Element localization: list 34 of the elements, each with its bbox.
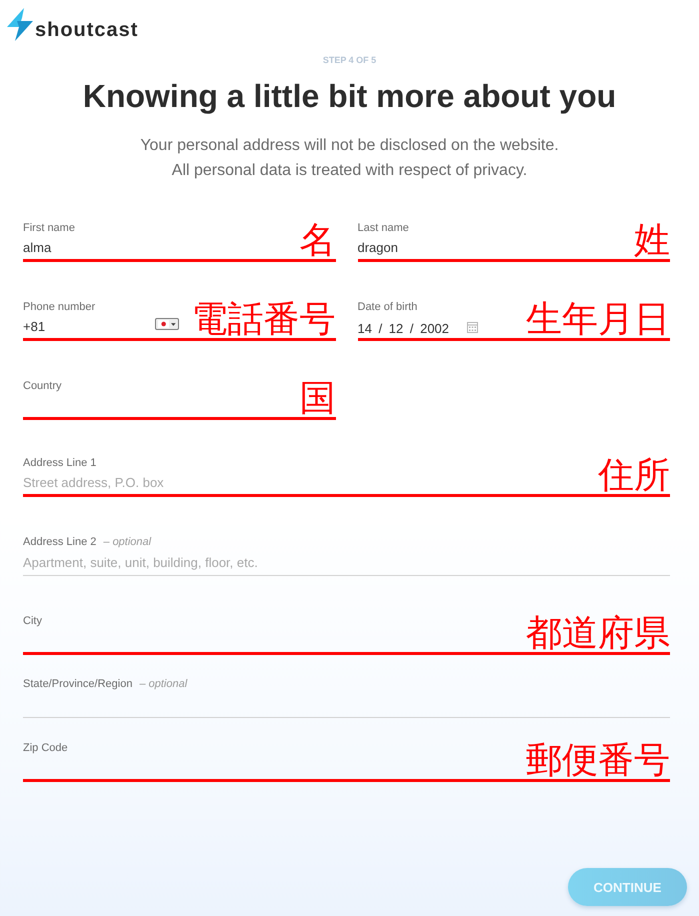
lightning-bolt-icon <box>7 8 33 41</box>
field-label: First name <box>23 221 75 235</box>
annotation-text: 郵便番号 <box>526 743 670 782</box>
annotation-text: 生年月日 <box>526 302 670 341</box>
field-label: Address Line 1 <box>23 456 96 470</box>
field-label: Last name <box>358 221 409 235</box>
annotation-text: 名 <box>300 223 336 262</box>
intro-text: All personal data is treated with respect of privacy. <box>172 161 528 181</box>
date-field[interactable]: 14 / 12 / 2002 <box>358 315 526 341</box>
field-label: Date of birth <box>358 300 418 314</box>
annotation-text: 都道府県 <box>526 616 670 655</box>
annotation-text: 姓 <box>634 223 670 262</box>
input-field[interactable]: alma <box>23 236 300 262</box>
logo-text: shoutcast <box>35 19 138 41</box>
calendar-icon[interactable] <box>466 322 478 333</box>
input-field[interactable]: dragon <box>358 236 634 262</box>
field-label: Address Line 2 <box>23 535 96 549</box>
annotation-text: 住所 <box>598 458 670 497</box>
flag-icon <box>158 320 170 328</box>
annotation-text: 国 <box>300 381 336 420</box>
field-label: State/Province/Region <box>23 677 132 691</box>
field-label: City <box>23 614 42 628</box>
optional-note: – optional <box>139 677 188 691</box>
annotation-text: 電話番号 <box>192 302 336 341</box>
field-label: Country <box>23 379 62 393</box>
step-indicator: STEP 4 OF 5 <box>322 54 376 66</box>
input-field[interactable]: Street address, P.O. box <box>23 471 598 497</box>
optional-note: – optional <box>103 535 152 549</box>
intro-text: Your personal address will not be disclosed on the website. <box>140 136 559 156</box>
country-code-button[interactable] <box>155 318 179 330</box>
caret-icon <box>171 322 176 326</box>
page-title: Knowing a little bit more about you <box>82 77 616 116</box>
field-label: Phone number <box>23 300 96 314</box>
field-label: Zip Code <box>23 741 68 755</box>
